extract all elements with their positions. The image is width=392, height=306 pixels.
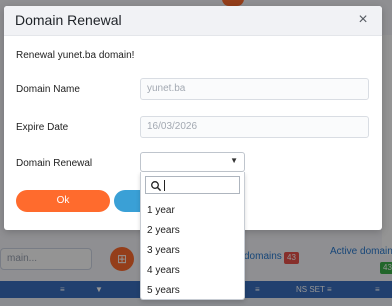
domain-renewal-label: Domain Renewal (16, 158, 93, 169)
option-3-years[interactable]: 3 years (147, 245, 180, 256)
expire-date-label: Expire Date (16, 122, 69, 133)
ok-button[interactable]: Ok (16, 190, 110, 212)
caret-down-icon[interactable]: ▼ (230, 156, 238, 165)
domain-name-field: yunet.ba (140, 78, 369, 100)
close-icon[interactable]: × (354, 11, 372, 29)
renewal-dropdown: 1 year 2 years 3 years 4 years 5 years (140, 172, 245, 300)
domain-name-label: Domain Name (16, 84, 80, 95)
option-2-years[interactable]: 2 years (147, 225, 180, 236)
modal-title: Domain Renewal (15, 12, 122, 28)
renewal-intro-text: Renewal yunet.ba domain! (16, 50, 135, 61)
option-1-year[interactable]: 1 year (147, 205, 175, 216)
text-cursor (164, 180, 165, 191)
option-4-years[interactable]: 4 years (147, 265, 180, 276)
search-icon (151, 181, 162, 192)
expire-date-field: 16/03/2026 (140, 116, 369, 138)
modal-header: Domain Renewal × (4, 6, 382, 36)
domain-renewal-select[interactable]: ▼ (140, 152, 245, 172)
dropdown-search-input[interactable] (145, 176, 240, 194)
option-5-years[interactable]: 5 years (147, 285, 180, 296)
